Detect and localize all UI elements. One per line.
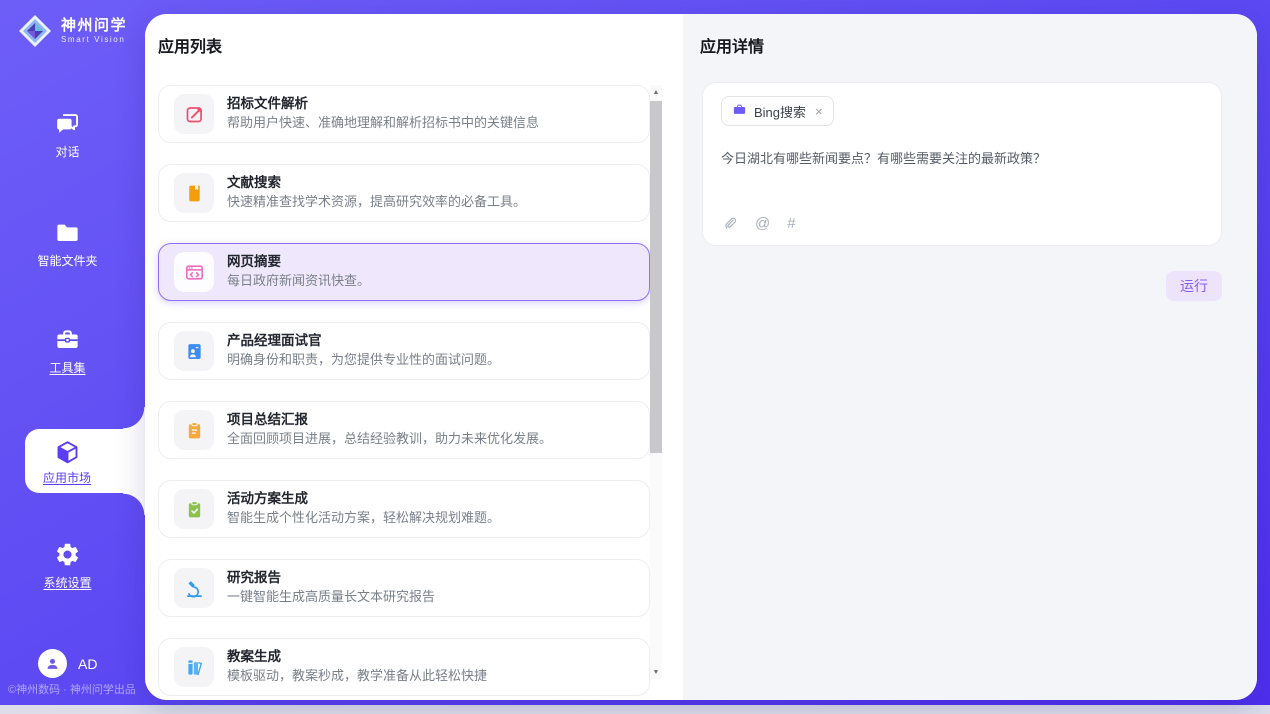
briefcase-icon <box>732 102 747 120</box>
clipboard-check-icon <box>174 489 214 529</box>
app-logo: 神州问学 Smart Vision <box>17 13 127 49</box>
app-item-name: 网页摘要 <box>227 255 370 269</box>
paperclip-icon[interactable] <box>721 215 738 232</box>
app-list: 招标文件解析帮助用户快速、准确地理解和解析招标书中的关键信息文献搜索快速精准查找… <box>158 85 650 696</box>
sidebar-item-label: 对话 <box>55 146 79 158</box>
app-list-title: 应用列表 <box>158 40 683 56</box>
run-button[interactable]: 运行 <box>1166 271 1222 301</box>
sidebar-item-chat[interactable]: 对话 <box>0 110 135 158</box>
app-item-description: 快速精准查找学术资源，提高研究效率的必备工具。 <box>227 195 526 210</box>
sidebar-item-label: 智能文件夹 <box>37 255 97 267</box>
app-list-scrollbar[interactable]: ▲ ▼ <box>650 85 662 679</box>
clipboard-icon <box>174 410 214 450</box>
tag-close-icon[interactable]: × <box>815 105 823 118</box>
copyright-text: ©神州数码 · 神州问学出品 <box>8 681 136 697</box>
prompt-input[interactable]: 今日湖北有哪些新闻要点？有哪些需要关注的最新政策？ <box>721 150 1203 168</box>
app-item-name: 活动方案生成 <box>227 492 500 506</box>
person-document-icon <box>174 331 214 371</box>
avatar <box>38 649 67 678</box>
sidebar-item-app-market[interactable]: 应用市场 <box>25 429 145 493</box>
app-item-description: 智能生成个性化活动方案，轻松解决规划难题。 <box>227 511 500 526</box>
tool-tag-label: Bing搜索 <box>754 102 806 121</box>
app-detail-title: 应用详情 <box>700 40 1257 56</box>
logo-title: 神州问学 <box>61 18 127 33</box>
sidebar-item-label: 应用市场 <box>43 472 91 484</box>
logo-subtitle: Smart Vision <box>61 36 127 44</box>
app-item-name: 研究报告 <box>227 571 435 585</box>
app-list-item-research-report[interactable]: 研究报告一键智能生成高质量长文本研究报告 <box>158 559 650 617</box>
sidebar-item-toolset[interactable]: 工具集 <box>0 326 135 374</box>
sidebar-item-label: 工具集 <box>49 362 85 374</box>
app-item-name: 文献搜索 <box>227 176 526 190</box>
app-list-item-literature-search[interactable]: 文献搜索快速精准查找学术资源，提高研究效率的必备工具。 <box>158 164 650 222</box>
microscope-icon <box>174 568 214 608</box>
app-item-description: 模板驱动，教案秒成，教学准备从此轻松快捷 <box>227 669 487 684</box>
sidebar-item-settings[interactable]: 系统设置 <box>0 541 135 589</box>
sidebar-item-smart-folders[interactable]: 智能文件夹 <box>0 219 135 267</box>
app-window: 神州问学 Smart Vision 对话智能文件夹工具集应用市场系统设置 AD … <box>0 0 1270 714</box>
toolbox-icon <box>54 326 81 353</box>
app-item-name: 教案生成 <box>227 650 487 664</box>
run-row: 运行 <box>702 271 1222 301</box>
app-list-item-event-plan[interactable]: 活动方案生成智能生成个性化活动方案，轻松解决规划难题。 <box>158 480 650 538</box>
composer-toolbar: @# <box>721 215 796 232</box>
user-account[interactable]: AD <box>38 649 97 678</box>
app-list-item-lesson-plan[interactable]: 教案生成模板驱动，教案秒成，教学准备从此轻松快捷 <box>158 638 650 696</box>
chat-icon <box>54 110 81 137</box>
book-icon <box>174 173 214 213</box>
scroll-up-button[interactable]: ▲ <box>650 85 662 99</box>
app-item-description: 帮助用户快速、准确地理解和解析招标书中的关键信息 <box>227 116 539 131</box>
app-item-description: 一键智能生成高质量长文本研究报告 <box>227 590 435 605</box>
diamond-logo-icon <box>17 13 53 49</box>
gear-icon <box>54 541 81 568</box>
app-list-item-web-summary[interactable]: 网页摘要每日政府新闻资讯快查。 <box>158 243 650 301</box>
webpage-code-icon <box>174 252 214 292</box>
scroll-down-button[interactable]: ▼ <box>650 665 662 679</box>
app-detail-panel: 应用详情 Bing搜索 × 今日湖北有哪些新闻要点？有哪些需要关注的最新政策？ … <box>683 14 1257 700</box>
scrollbar-thumb[interactable] <box>650 101 662 453</box>
user-label: AD <box>78 656 97 672</box>
app-item-name: 招标文件解析 <box>227 97 539 111</box>
app-list-panel: 应用列表 招标文件解析帮助用户快速、准确地理解和解析招标书中的关键信息文献搜索快… <box>145 14 683 700</box>
sidebar-item-label: 系统设置 <box>43 577 91 589</box>
app-item-description: 明确身份和职责，为您提供专业性的面试问题。 <box>227 353 500 368</box>
prompt-card[interactable]: Bing搜索 × 今日湖北有哪些新闻要点？有哪些需要关注的最新政策？ @# <box>702 82 1222 246</box>
sidebar: 神州问学 Smart Vision 对话智能文件夹工具集应用市场系统设置 AD … <box>0 0 135 705</box>
app-list-item-pm-interviewer[interactable]: 产品经理面试官明确身份和职责，为您提供专业性的面试问题。 <box>158 322 650 380</box>
hash-icon[interactable]: # <box>787 216 795 231</box>
app-item-name: 产品经理面试官 <box>227 334 500 348</box>
app-item-name: 项目总结汇报 <box>227 413 552 427</box>
books-icon <box>174 647 214 687</box>
tool-tag-bing-search[interactable]: Bing搜索 × <box>721 96 834 126</box>
app-list-item-tender-parse[interactable]: 招标文件解析帮助用户快速、准确地理解和解析招标书中的关键信息 <box>158 85 650 143</box>
at-icon[interactable]: @ <box>755 216 770 231</box>
cube-icon <box>54 439 81 466</box>
app-list-item-project-summary[interactable]: 项目总结汇报全面回顾项目进展，总结经验教训，助力未来优化发展。 <box>158 401 650 459</box>
pen-square-icon <box>174 94 214 134</box>
main-card: 应用列表 招标文件解析帮助用户快速、准确地理解和解析招标书中的关键信息文献搜索快… <box>145 14 1257 700</box>
app-item-description: 每日政府新闻资讯快查。 <box>227 274 370 289</box>
app-item-description: 全面回顾项目进展，总结经验教训，助力未来优化发展。 <box>227 432 552 447</box>
folder-icon <box>54 219 81 246</box>
